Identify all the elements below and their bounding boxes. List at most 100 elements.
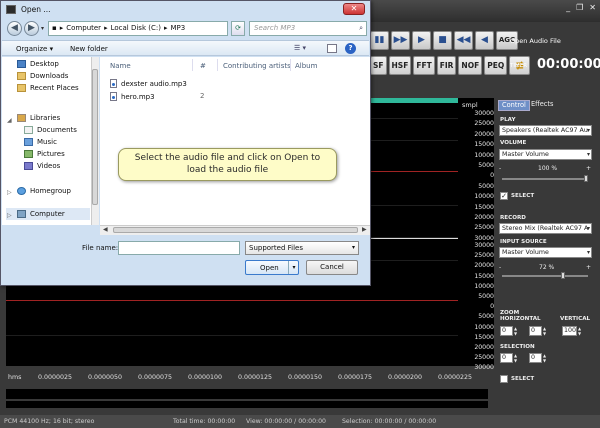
volume-slider[interactable] — [502, 178, 588, 180]
expand-icon[interactable]: ▷ — [7, 212, 12, 219]
breadcrumb-mp3[interactable]: MP3 — [170, 22, 185, 35]
zoom-h-end-input[interactable]: 0 — [529, 326, 542, 336]
rewind-button[interactable]: ◀◀ — [454, 30, 473, 50]
audio-file-icon — [110, 79, 117, 88]
file-type-select[interactable]: Supported Files ▾ — [245, 241, 359, 255]
play-button[interactable]: ▶ — [412, 30, 431, 50]
breadcrumb-local-disk[interactable]: Local Disk (C:) — [111, 22, 161, 35]
amplitude-tick-label: 30000 — [474, 234, 494, 242]
back-button[interactable]: ◀ — [475, 30, 494, 50]
nav-item-documents[interactable]: Documents — [24, 126, 77, 134]
cancel-button[interactable]: Cancel — [306, 260, 358, 275]
open-button[interactable]: Open ▾ — [245, 260, 299, 275]
stop-button[interactable]: ■ — [433, 30, 452, 50]
input-slider[interactable] — [502, 275, 588, 277]
nav-item-videos[interactable]: Videos — [24, 162, 60, 170]
volume-slider-handle[interactable] — [584, 175, 588, 182]
pictures-icon — [24, 150, 33, 158]
nav-item-pictures[interactable]: Pictures — [24, 150, 65, 158]
input-slider-handle[interactable] — [561, 272, 566, 279]
column-separator[interactable] — [217, 59, 218, 71]
column-album[interactable]: Album — [295, 62, 317, 70]
effects-toolbar: SF HSF FFT FIR NOF PEQ ≢ — [370, 56, 531, 76]
column-separator[interactable] — [192, 59, 193, 71]
amplitude-tick-label: 30000 — [474, 242, 494, 249]
horizontal-scrollbar[interactable] — [6, 389, 488, 399]
file-list-scrollbar-thumb[interactable] — [113, 227, 358, 233]
nav-libraries[interactable]: Libraries — [17, 114, 60, 122]
expand-icon[interactable]: ▷ — [7, 189, 12, 196]
zoom-h-start-input[interactable]: 0 — [500, 326, 513, 336]
address-bar[interactable]: ▪ ▸ Computer ▸ Local Disk (C:) ▸ MP3 — [48, 21, 228, 36]
navigation-scrollbar-thumb[interactable] — [92, 69, 98, 205]
search-input[interactable]: Search MP3 ⌕ — [249, 21, 367, 36]
spinner-arrows-icon[interactable]: ▲ ▼ — [514, 326, 520, 336]
search-placeholder: Search MP3 — [254, 24, 296, 32]
pause-button[interactable]: ▮▮ — [370, 30, 389, 50]
fft-button[interactable]: FFT — [413, 56, 435, 75]
refresh-icon[interactable]: ⟳ — [231, 21, 245, 36]
input-source-select[interactable]: Master Volume ▾ — [499, 247, 592, 258]
recent-locations-dropdown[interactable]: ▾ — [41, 25, 44, 32]
record-device-select[interactable]: Stereo Mix (Realtek AC97 A ▾ — [499, 223, 592, 234]
column-separator[interactable] — [290, 59, 291, 71]
position-bar[interactable] — [6, 401, 488, 408]
nav-computer[interactable]: Computer — [17, 210, 65, 218]
amplitude-tick-label: 25000 — [474, 252, 494, 260]
views-icon[interactable]: ☰ ▾ — [294, 44, 306, 52]
peq-button[interactable]: PEQ — [484, 56, 508, 75]
play-device-value: Speakers (Realtek AC97 Au — [502, 127, 588, 134]
documents-icon — [24, 126, 33, 134]
right-channel-center-line — [6, 300, 458, 301]
nav-item-downloads[interactable]: Downloads — [17, 72, 68, 80]
maximize-icon[interactable]: ❐ — [576, 3, 583, 12]
nof-button[interactable]: NOF — [458, 56, 483, 75]
amplitude-tick-label: 20000 — [474, 262, 494, 270]
selection-checkbox[interactable] — [500, 375, 508, 383]
new-folder-button[interactable]: New folder — [70, 45, 108, 53]
fast-forward-button[interactable]: ▶▶ — [391, 30, 410, 50]
column-name[interactable]: Name — [110, 62, 131, 70]
back-arrow-icon[interactable]: ◀ — [7, 21, 22, 36]
grid-line — [6, 335, 458, 336]
selection-end-input[interactable]: 0 — [529, 353, 542, 363]
chevron-down-icon[interactable]: ▾ — [288, 261, 299, 274]
file-list-item[interactable]: hero.mp3 — [110, 92, 155, 101]
expand-icon[interactable]: ◢ — [7, 117, 12, 124]
column-contributing-artists[interactable]: Contributing artists — [223, 62, 291, 70]
organize-button[interactable]: Organize ▾ — [16, 45, 53, 53]
nav-item-music[interactable]: Music — [24, 138, 57, 146]
tab-control[interactable]: Control — [498, 100, 530, 111]
minimize-icon[interactable]: _ — [566, 3, 570, 12]
spinner-arrows-icon[interactable]: ▲ ▼ — [543, 353, 549, 363]
close-icon[interactable]: ✕ — [589, 3, 596, 12]
scroll-right-icon[interactable]: ▶ — [362, 226, 367, 233]
select-checkbox[interactable]: ✓ — [500, 192, 508, 200]
close-button[interactable]: ✕ — [343, 3, 365, 15]
file-list-item[interactable]: dexster audio.mp3 — [110, 79, 187, 88]
breadcrumb-computer[interactable]: Computer — [66, 22, 101, 35]
file-name-input[interactable] — [118, 241, 240, 255]
scroll-left-icon[interactable]: ◀ — [103, 226, 108, 233]
open-audio-file-label[interactable]: Open Audio File — [510, 37, 561, 45]
forward-arrow-icon[interactable]: ▶ — [24, 21, 39, 36]
sf-button[interactable]: SF — [370, 56, 387, 75]
dialog-titlebar[interactable]: Open ... ✕ — [1, 1, 370, 19]
play-device-select[interactable]: Speakers (Realtek AC97 Au ▾ — [499, 125, 592, 136]
fir-button[interactable]: FIR — [436, 56, 457, 75]
spinner-arrows-icon[interactable]: ▲ ▼ — [514, 353, 520, 363]
nav-item-recent-places[interactable]: Recent Places — [17, 84, 79, 92]
help-icon[interactable]: ? — [345, 43, 356, 54]
amplitude-tick-label: 0 — [490, 172, 494, 180]
tab-effects[interactable]: Effects — [528, 100, 556, 111]
hsf-button[interactable]: HSF — [388, 56, 412, 75]
zoom-vertical-input[interactable]: 100 — [562, 326, 577, 336]
column-number[interactable]: # — [200, 62, 206, 70]
spinner-arrows-icon[interactable]: ▲ ▼ — [543, 326, 549, 336]
spinner-arrows-icon[interactable]: ▲ ▼ — [578, 326, 584, 336]
preview-pane-icon[interactable] — [327, 44, 337, 53]
volume-device-select[interactable]: Master Volume ▾ — [499, 149, 592, 160]
selection-start-input[interactable]: 0 — [500, 353, 513, 363]
nav-item-desktop[interactable]: Desktop — [17, 60, 59, 68]
nav-homegroup[interactable]: Homegroup — [17, 187, 71, 195]
